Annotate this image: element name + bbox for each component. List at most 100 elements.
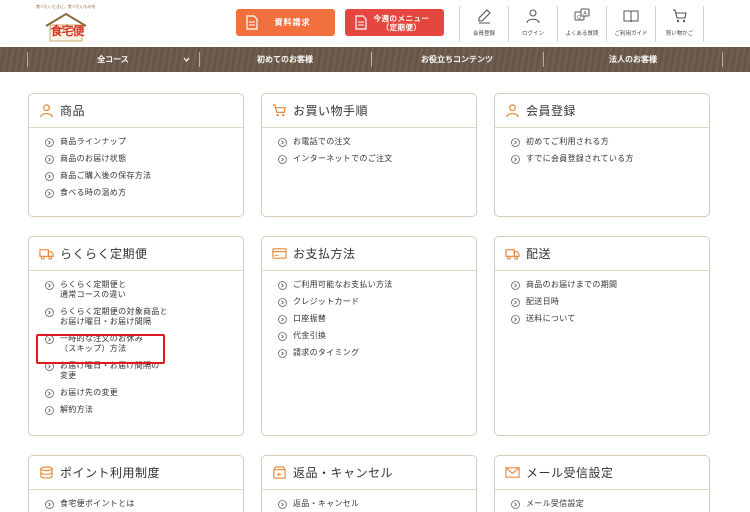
chevron-right-circle-icon xyxy=(45,138,54,147)
nav-cart[interactable]: 買い物かご xyxy=(655,6,704,42)
category-card: お買い物手順 お電話での注文 インターネットでのご注文 xyxy=(261,93,477,217)
chevron-right-circle-icon xyxy=(511,155,520,164)
category-link[interactable]: 解約方法 xyxy=(45,405,243,415)
logo-brand: 食宅便 xyxy=(50,24,84,38)
category-link-line: 代金引換 xyxy=(293,331,327,340)
category-link-text: 送料について xyxy=(526,314,576,324)
header-nav: 会員登録 ログイン A Q よくある質問 ご利用ガイド 買い物かご xyxy=(459,6,704,42)
chevron-down-icon[interactable] xyxy=(183,56,190,63)
chevron-right-circle-icon xyxy=(511,138,520,147)
category-link[interactable]: 食宅便ポイントとは xyxy=(45,499,243,509)
category-link[interactable]: お届け曜日・お届け間隔の 変更 xyxy=(45,361,243,381)
category-link[interactable]: すでに会員登録されている方 xyxy=(511,154,709,164)
pen-icon xyxy=(478,9,491,24)
chevron-right-circle-icon xyxy=(45,281,54,290)
return-box-icon xyxy=(273,466,286,479)
weekly-menu-label-line1: 今週のメニュー xyxy=(373,13,430,23)
nav-register-label: 会員登録 xyxy=(472,31,495,37)
category-link-text: 商品のお届け状態 xyxy=(60,154,126,164)
catbar-useful-content[interactable]: お役立ちコンテンツ xyxy=(372,47,542,72)
chevron-right-circle-icon xyxy=(45,155,54,164)
category-link-text: 配送日時 xyxy=(526,297,559,307)
category-link-text: 商品ご購入後の保存方法 xyxy=(60,171,151,181)
category-link-list: 返品・キャンセル xyxy=(262,490,476,509)
category-link-line: お届け曜日・お届け間隔 xyxy=(60,317,152,326)
category-link[interactable]: らくらく定期便の対象商品と お届け曜日・お届け間隔 xyxy=(45,307,243,327)
mail-icon xyxy=(505,467,520,478)
category-link[interactable]: 商品ご購入後の保存方法 xyxy=(45,171,243,181)
category-card-header: 返品・キャンセル xyxy=(262,456,476,490)
nav-guide[interactable]: ご利用ガイド xyxy=(606,6,655,42)
category-link[interactable]: お届け先の変更 xyxy=(45,388,243,398)
category-link[interactable]: 食べる時の温め方 xyxy=(45,188,243,198)
category-link-list: 商品ラインナップ商品のお届け状態商品ご購入後の保存方法食べる時の温め方 xyxy=(29,128,243,198)
category-bar: 全コース 初めてのお客様 お役立ちコンテンツ 法人のお客様 xyxy=(0,47,750,72)
category-card-header: らくらく定期便 xyxy=(29,237,243,271)
person-icon xyxy=(526,9,540,24)
category-card-title: 配送 xyxy=(526,247,552,261)
brochure-request-button[interactable]: 資料請求 xyxy=(236,9,335,36)
category-link-list: 初めてご利用される方すでに会員登録されている方 xyxy=(495,128,709,164)
category-link[interactable]: メール受信設定 xyxy=(511,499,709,509)
category-link[interactable]: インターネットでのご注文 xyxy=(278,154,476,164)
weekly-menu-label-line2: （定期便） xyxy=(381,22,422,32)
category-link[interactable]: 口座振替 xyxy=(278,314,476,324)
category-link-text: 商品のお届けまでの期間 xyxy=(526,280,617,290)
category-link-line: 配送日時 xyxy=(526,297,560,306)
category-link[interactable]: 代金引換 xyxy=(278,331,476,341)
category-link-line: 商品のお届け状態 xyxy=(60,154,127,163)
category-card: 返品・キャンセル 返品・キャンセル xyxy=(261,455,477,512)
nav-faq[interactable]: A Q よくある質問 xyxy=(557,6,606,42)
category-link-line: すでに会員登録されている方 xyxy=(526,154,634,163)
category-card-title: ポイント利用制度 xyxy=(60,466,161,480)
category-link-line: 請求のタイミング xyxy=(293,348,360,357)
category-link-text: メール受信設定 xyxy=(526,499,584,509)
category-link[interactable]: 送料について xyxy=(511,314,709,324)
catbar-corporate[interactable]: 法人のお客様 xyxy=(544,47,722,72)
category-link-text: らくらく定期便と 通常コースの違い xyxy=(60,280,126,300)
catbar-all-courses[interactable]: 全コース xyxy=(28,47,198,72)
category-card: 配送商品のお届けまでの期間 配送日時送料について xyxy=(494,236,710,436)
chevron-right-circle-icon xyxy=(278,298,287,307)
category-link[interactable]: お電話での注文 xyxy=(278,137,476,147)
category-link-list: メール受信設定 xyxy=(495,490,709,509)
chevron-right-circle-icon xyxy=(45,389,54,398)
category-link-text: 初めてご利用される方 xyxy=(526,137,609,147)
category-link-text: 返品・キャンセル xyxy=(293,499,359,509)
chevron-right-circle-icon xyxy=(511,315,520,324)
category-link[interactable]: 初めてご利用される方 xyxy=(511,137,709,147)
nav-register[interactable]: 会員登録 xyxy=(459,6,508,42)
category-link[interactable]: らくらく定期便と 通常コースの違い xyxy=(45,280,243,300)
category-link-line: クレジットカード xyxy=(293,297,360,306)
category-link[interactable]: 商品のお届け状態 xyxy=(45,154,243,164)
nav-cart-label: 買い物かご xyxy=(665,31,694,37)
category-link[interactable]: クレジットカード xyxy=(278,297,476,307)
category-link-list: 食宅便ポイントとは xyxy=(29,490,243,509)
category-link-text: インターネットでのご注文 xyxy=(293,154,393,164)
category-link[interactable]: 商品ラインナップ xyxy=(45,137,243,147)
category-card-header: 配送 xyxy=(495,237,709,271)
nav-login[interactable]: ログイン xyxy=(508,6,557,42)
chevron-right-circle-icon xyxy=(278,332,287,341)
category-link-text: すでに会員登録されている方 xyxy=(526,154,634,164)
coins-icon xyxy=(40,466,53,479)
catbar-divider xyxy=(722,52,723,67)
category-link-line: お届け先の変更 xyxy=(60,388,119,397)
category-link-line: 商品ご購入後の保存方法 xyxy=(60,171,152,180)
svg-text:A: A xyxy=(583,11,587,17)
question-chat-icon: A Q xyxy=(574,8,590,21)
category-link-line: 返品・キャンセル xyxy=(293,499,360,508)
category-link-text: クレジットカード xyxy=(293,297,359,307)
person-icon xyxy=(40,104,53,118)
weekly-menu-label: 今週のメニュー （定期便） xyxy=(367,14,444,32)
site-logo[interactable]: 食べたいときに、食べたいものを 食宅便 xyxy=(36,4,96,44)
category-link[interactable]: 請求のタイミング xyxy=(278,348,476,358)
category-link[interactable]: 商品のお届けまでの期間 xyxy=(511,280,709,290)
chevron-right-circle-icon xyxy=(511,298,520,307)
weekly-menu-button[interactable]: 今週のメニュー （定期便） xyxy=(345,9,444,36)
catbar-first-time[interactable]: 初めてのお客様 xyxy=(200,47,370,72)
category-link[interactable]: ご利用可能なお支払い方法 xyxy=(278,280,476,290)
category-link[interactable]: 配送日時 xyxy=(511,297,709,307)
category-link[interactable]: 返品・キャンセル xyxy=(278,499,476,509)
category-card: 会員登録 初めてご利用される方 すでに会員登録されている方 xyxy=(494,93,710,217)
